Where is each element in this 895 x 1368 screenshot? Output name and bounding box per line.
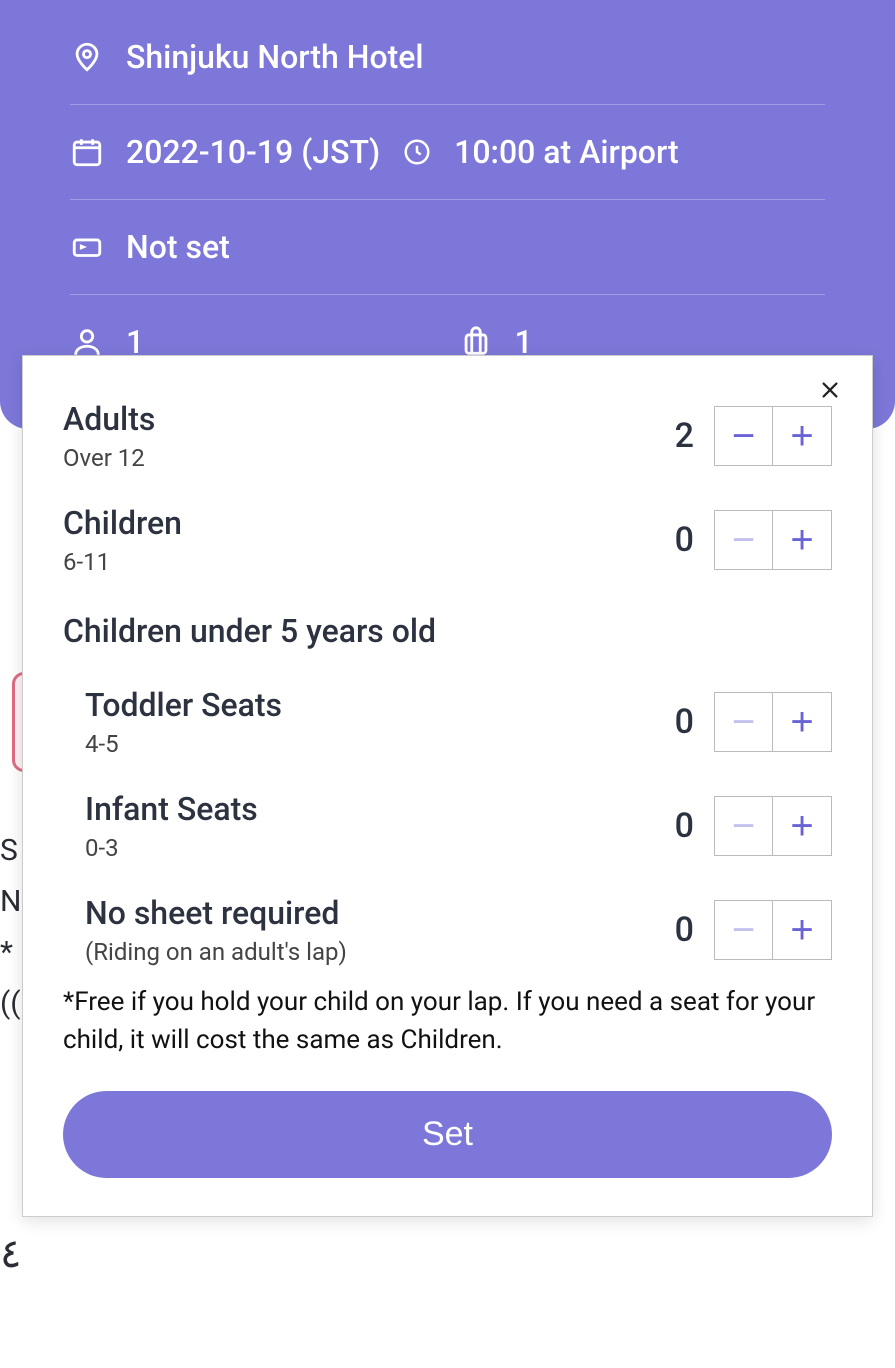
children-stepper: − + bbox=[714, 510, 832, 570]
set-button[interactable]: Set bbox=[63, 1091, 832, 1178]
close-button[interactable] bbox=[812, 372, 848, 408]
adults-sublabel: Over 12 bbox=[63, 444, 155, 472]
adults-stepper: − + bbox=[714, 406, 832, 466]
children-plus-button[interactable]: + bbox=[773, 511, 831, 569]
infant-row: Infant Seats 0-3 0 − + bbox=[63, 766, 832, 870]
nosheet-row: No sheet required (Riding on an adult's … bbox=[63, 870, 832, 974]
nosheet-minus-button[interactable]: − bbox=[715, 901, 773, 959]
toddler-label: Toddler Seats bbox=[85, 686, 282, 724]
luggage-icon bbox=[459, 325, 493, 359]
nosheet-sublabel: (Riding on an adult's lap) bbox=[85, 938, 347, 966]
adults-minus-button[interactable]: − bbox=[715, 407, 773, 465]
nosheet-plus-button[interactable]: + bbox=[773, 901, 831, 959]
background-text: N bbox=[0, 876, 21, 927]
adults-plus-button[interactable]: + bbox=[773, 407, 831, 465]
adults-label: Adults bbox=[63, 400, 155, 438]
nosheet-label: No sheet required bbox=[85, 894, 347, 932]
calendar-icon bbox=[70, 135, 104, 169]
under5-section-heading: Children under 5 years old bbox=[63, 584, 832, 662]
children-minus-button[interactable]: − bbox=[715, 511, 773, 569]
flight-row[interactable]: Not set bbox=[70, 200, 825, 295]
infant-minus-button[interactable]: − bbox=[715, 797, 773, 855]
ticket-icon bbox=[70, 230, 104, 264]
toddler-minus-button[interactable]: − bbox=[715, 693, 773, 751]
children-row: Children 6-11 0 − + bbox=[63, 480, 832, 584]
toddler-row: Toddler Seats 4-5 0 − + bbox=[63, 662, 832, 766]
adults-row: Adults Over 12 2 − + bbox=[63, 376, 832, 480]
background-text: S bbox=[0, 825, 18, 876]
lap-note: *Free if you hold your child on your lap… bbox=[63, 974, 832, 1091]
background-text: (( bbox=[0, 978, 21, 1029]
date-text: 2022-10-19 (JST) bbox=[126, 133, 380, 171]
children-value: 0 bbox=[664, 520, 694, 560]
children-sublabel: 6-11 bbox=[63, 548, 182, 576]
datetime-row[interactable]: 2022-10-19 (JST) 10:00 at Airport bbox=[70, 105, 825, 200]
children-label: Children bbox=[63, 504, 182, 542]
background-text: * bbox=[0, 927, 13, 978]
time-text: 10:00 at Airport bbox=[454, 133, 679, 171]
toddler-stepper: − + bbox=[714, 692, 832, 752]
background-text: ٤ bbox=[0, 1220, 21, 1288]
flight-text: Not set bbox=[126, 228, 230, 266]
person-icon bbox=[70, 325, 104, 359]
infant-label: Infant Seats bbox=[85, 790, 258, 828]
adults-value: 2 bbox=[664, 416, 694, 456]
location-text: Shinjuku North Hotel bbox=[126, 38, 424, 76]
toddler-value: 0 bbox=[664, 702, 694, 742]
clock-icon bbox=[402, 137, 432, 167]
nosheet-value: 0 bbox=[664, 910, 694, 950]
passengers-modal: Adults Over 12 2 − + Children 6-11 0 − +… bbox=[22, 355, 873, 1217]
infant-plus-button[interactable]: + bbox=[773, 797, 831, 855]
infant-stepper: − + bbox=[714, 796, 832, 856]
infant-value: 0 bbox=[664, 806, 694, 846]
nosheet-stepper: − + bbox=[714, 900, 832, 960]
toddler-plus-button[interactable]: + bbox=[773, 693, 831, 751]
map-pin-icon bbox=[70, 40, 104, 74]
toddler-sublabel: 4-5 bbox=[85, 730, 282, 758]
location-row[interactable]: Shinjuku North Hotel bbox=[70, 10, 825, 105]
close-icon bbox=[819, 379, 841, 401]
infant-sublabel: 0-3 bbox=[85, 834, 258, 862]
